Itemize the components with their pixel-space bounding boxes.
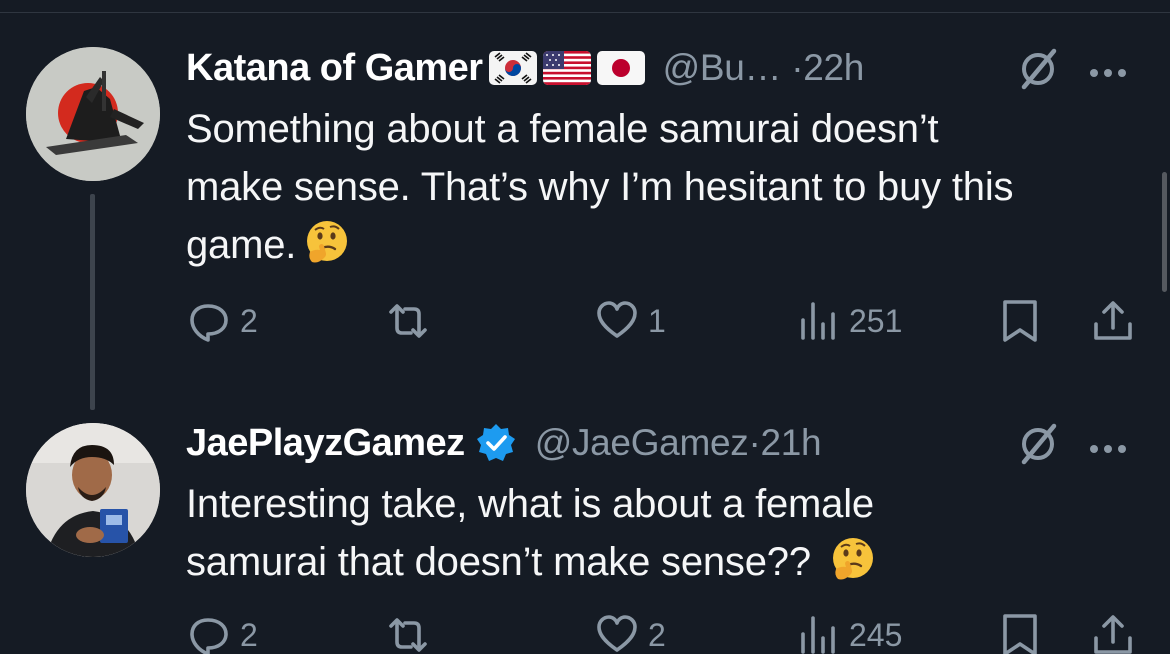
views-icon: [801, 616, 835, 654]
more-options-icon[interactable]: [1090, 64, 1140, 84]
views-button[interactable]: 245: [795, 612, 902, 654]
repost-icon: [389, 618, 427, 652]
separator: ·: [791, 47, 804, 88]
views-icon: [801, 302, 835, 340]
author-handle[interactable]: @Bu… ·22h: [663, 47, 865, 89]
grok-icon[interactable]: [1012, 43, 1064, 95]
reply-count: 2: [240, 302, 258, 339]
more-options-icon[interactable]: [1090, 440, 1140, 460]
share-button[interactable]: [1090, 298, 1136, 344]
japan-flag-icon: [596, 51, 645, 85]
bookmark-button[interactable]: [997, 612, 1043, 654]
bookmark-icon: [1003, 614, 1037, 654]
repost-button[interactable]: [385, 298, 439, 344]
reply-icon: [190, 618, 228, 654]
handle-text[interactable]: @Bu…: [663, 47, 782, 88]
grok-icon[interactable]: [1012, 418, 1064, 470]
like-count: 1: [648, 302, 666, 339]
scrollbar[interactable]: [1162, 172, 1167, 292]
tweet-header: JaePlayzGamez @JaeGamez·21h: [186, 418, 822, 468]
tweet-text-line: game.: [186, 223, 297, 267]
author-name[interactable]: JaePlayzGamez: [186, 422, 465, 465]
avatar[interactable]: [26, 423, 160, 557]
thinking-face-emoji: [828, 535, 878, 585]
bookmark-button[interactable]: [997, 298, 1043, 344]
handle-text[interactable]: @JaeGamez: [535, 422, 749, 463]
tweet-text: Something about a female samurai doesn’t…: [186, 100, 1146, 274]
divider: [0, 12, 1170, 13]
verified-badge-icon: [475, 422, 517, 464]
south-korea-flag-icon: [488, 51, 537, 85]
like-count: 2: [648, 616, 666, 653]
timestamp[interactable]: 22h: [803, 47, 864, 88]
like-button[interactable]: 2: [594, 612, 666, 654]
tweet-text-line: make sense. That’s why I’m hesitant to b…: [186, 165, 1014, 209]
repost-icon: [389, 304, 427, 338]
timestamp[interactable]: 21h: [761, 422, 822, 463]
tweet-actions: 2 1 251: [0, 298, 1170, 348]
heart-icon: [597, 301, 637, 338]
bookmark-icon: [1003, 300, 1037, 342]
tweet-header: Katana of Gamer @Bu… ·22h: [186, 43, 864, 93]
heart-icon: [597, 615, 637, 652]
author-handle[interactable]: @JaeGamez·21h: [535, 422, 822, 464]
reply-icon: [190, 304, 228, 342]
views-button[interactable]: 251: [795, 298, 902, 344]
thinking-face-emoji: [302, 218, 352, 268]
share-button[interactable]: [1090, 612, 1136, 654]
view-count: 251: [849, 302, 903, 339]
separator: ·: [748, 422, 761, 463]
tweet-text-line: samurai that doesn’t make sense??: [186, 540, 811, 584]
view-count: 245: [849, 616, 903, 653]
author-name[interactable]: Katana of Gamer: [186, 47, 483, 90]
reply-count: 2: [240, 616, 258, 653]
united-states-flag-icon: [542, 51, 591, 85]
reply-button[interactable]: 2: [186, 298, 258, 344]
share-icon: [1094, 615, 1132, 654]
reply-thread: Katana of Gamer @Bu… ·22h Something abou…: [0, 0, 1170, 654]
share-icon: [1094, 301, 1132, 340]
tweet-text-line: Something about a female samurai doesn’t: [186, 107, 939, 151]
reply-button[interactable]: 2: [186, 612, 258, 654]
tweet-actions: 2 2 245: [0, 612, 1170, 654]
avatar[interactable]: [26, 47, 160, 181]
like-button[interactable]: 1: [594, 298, 666, 344]
tweet-text-line: Interesting take, what is about a female: [186, 482, 874, 526]
repost-button[interactable]: [385, 612, 439, 654]
tweet-text: Interesting take, what is about a female…: [186, 475, 1146, 591]
